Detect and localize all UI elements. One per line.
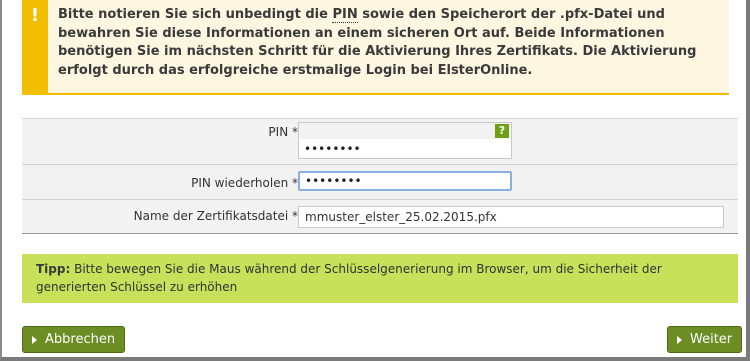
next-button[interactable]: Weiter [667, 326, 743, 353]
filename-input[interactable]: mmuster_elster_25.02.2015.pfx [298, 206, 724, 228]
tip-label: Tipp: [36, 262, 71, 276]
tip-box: Tipp: Bitte bewegen Sie die Maus während… [22, 254, 738, 303]
filename-row: Name der Zertifikatsdatei * mmuster_elst… [22, 200, 738, 234]
pin-input[interactable]: •••••••• [304, 142, 361, 156]
tip-text: Bitte bewegen Sie die Maus während der S… [36, 262, 662, 294]
pin-abbreviation: PIN [332, 7, 358, 23]
cancel-button[interactable]: Abbrechen [22, 326, 126, 353]
pin-strength-area [299, 123, 511, 139]
notice-text-part1: Bitte notieren Sie sich unbedingt die [58, 7, 333, 22]
pin-row: PIN * ? •••••••• [22, 119, 738, 165]
next-button-label: Weiter [690, 332, 733, 347]
pin-repeat-label: PIN wiederholen * [191, 176, 298, 190]
pin-label: PIN * [268, 125, 298, 139]
pin-repeat-row: PIN wiederholen * •••••••• [22, 165, 738, 200]
help-icon[interactable]: ? [495, 124, 509, 138]
pin-repeat-value: •••••••• [305, 174, 362, 188]
pin-repeat-input[interactable]: •••••••• [298, 171, 512, 191]
exclamation-icon: ! [30, 5, 40, 26]
arrow-right-icon [32, 336, 37, 344]
filename-value: mmuster_elster_25.02.2015.pfx [305, 210, 497, 224]
cancel-button-label: Abbrechen [45, 332, 116, 347]
notice-text: Bitte notieren Sie sich unbedingt die PI… [58, 6, 718, 80]
notice-box: ! Bitte notieren Sie sich unbedingt die … [22, 0, 729, 95]
certificate-form: PIN * ? •••••••• PIN wiederholen * •••••… [22, 118, 738, 234]
filename-label: Name der Zertifikatsdatei * [133, 209, 298, 223]
pin-field-box: ? •••••••• [298, 122, 512, 159]
arrow-right-icon [677, 336, 682, 344]
